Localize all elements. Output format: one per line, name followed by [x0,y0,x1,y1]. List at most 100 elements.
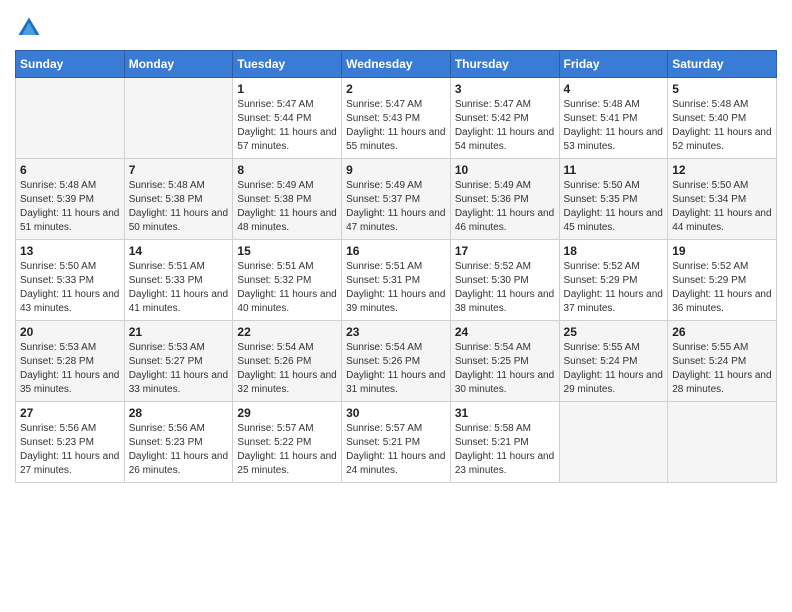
day-info: Sunrise: 5:55 AMSunset: 5:24 PMDaylight:… [672,341,772,397]
day-number: 9 [346,163,446,177]
calendar-cell: 31 Sunrise: 5:58 AMSunset: 5:21 PMDayligh… [450,402,559,483]
day-info: Sunrise: 5:56 AMSunset: 5:23 PMDaylight:… [129,422,229,478]
day-info: Sunrise: 5:54 AMSunset: 5:26 PMDaylight:… [346,341,446,397]
calendar-body: 1 Sunrise: 5:47 AMSunset: 5:44 PMDaylight… [16,78,777,483]
calendar-cell: 25 Sunrise: 5:55 AMSunset: 5:24 PMDayligh… [559,321,668,402]
calendar-header: SundayMondayTuesdayWednesdayThursdayFrid… [16,51,777,78]
day-info: Sunrise: 5:50 AMSunset: 5:33 PMDaylight:… [20,260,120,316]
day-number: 2 [346,82,446,96]
day-header-tuesday: Tuesday [233,51,342,78]
day-info: Sunrise: 5:48 AMSunset: 5:40 PMDaylight:… [672,98,772,154]
logo [15,14,47,42]
day-number: 6 [20,163,120,177]
day-number: 7 [129,163,229,177]
calendar-cell [668,402,777,483]
calendar-cell: 12 Sunrise: 5:50 AMSunset: 5:34 PMDayligh… [668,159,777,240]
day-number: 31 [455,406,555,420]
day-info: Sunrise: 5:50 AMSunset: 5:34 PMDaylight:… [672,179,772,235]
day-number: 22 [237,325,337,339]
calendar-cell: 5 Sunrise: 5:48 AMSunset: 5:40 PMDaylight… [668,78,777,159]
day-number: 13 [20,244,120,258]
day-number: 27 [20,406,120,420]
calendar-cell [16,78,125,159]
day-info: Sunrise: 5:52 AMSunset: 5:29 PMDaylight:… [672,260,772,316]
day-info: Sunrise: 5:47 AMSunset: 5:44 PMDaylight:… [237,98,337,154]
calendar-week-4: 20 Sunrise: 5:53 AMSunset: 5:28 PMDayligh… [16,321,777,402]
day-info: Sunrise: 5:49 AMSunset: 5:37 PMDaylight:… [346,179,446,235]
page-header [15,10,777,42]
day-info: Sunrise: 5:51 AMSunset: 5:33 PMDaylight:… [129,260,229,316]
day-number: 18 [564,244,664,258]
day-number: 29 [237,406,337,420]
day-number: 10 [455,163,555,177]
calendar-cell: 7 Sunrise: 5:48 AMSunset: 5:38 PMDaylight… [124,159,233,240]
calendar-cell: 2 Sunrise: 5:47 AMSunset: 5:43 PMDaylight… [342,78,451,159]
day-info: Sunrise: 5:58 AMSunset: 5:21 PMDaylight:… [455,422,555,478]
day-number: 30 [346,406,446,420]
day-number: 4 [564,82,664,96]
calendar-cell: 19 Sunrise: 5:52 AMSunset: 5:29 PMDayligh… [668,240,777,321]
calendar-cell: 22 Sunrise: 5:54 AMSunset: 5:26 PMDayligh… [233,321,342,402]
day-info: Sunrise: 5:57 AMSunset: 5:21 PMDaylight:… [346,422,446,478]
calendar-table: SundayMondayTuesdayWednesdayThursdayFrid… [15,50,777,483]
day-info: Sunrise: 5:48 AMSunset: 5:39 PMDaylight:… [20,179,120,235]
calendar-cell: 13 Sunrise: 5:50 AMSunset: 5:33 PMDayligh… [16,240,125,321]
day-info: Sunrise: 5:55 AMSunset: 5:24 PMDaylight:… [564,341,664,397]
day-number: 11 [564,163,664,177]
day-number: 24 [455,325,555,339]
calendar-cell: 17Sunrise: 5:52 AMSunset: 5:30 PMDayligh… [450,240,559,321]
day-info: Sunrise: 5:54 AMSunset: 5:25 PMDaylight:… [455,341,555,397]
day-info: Sunrise: 5:56 AMSunset: 5:23 PMDaylight:… [20,422,120,478]
logo-icon [15,14,43,42]
calendar-cell: 6 Sunrise: 5:48 AMSunset: 5:39 PMDaylight… [16,159,125,240]
calendar-cell: 18 Sunrise: 5:52 AMSunset: 5:29 PMDayligh… [559,240,668,321]
day-number: 12 [672,163,772,177]
day-number: 19 [672,244,772,258]
calendar-cell: 29Sunrise: 5:57 AMSunset: 5:22 PMDayligh… [233,402,342,483]
calendar-cell: 8 Sunrise: 5:49 AMSunset: 5:38 PMDaylight… [233,159,342,240]
day-info: Sunrise: 5:52 AMSunset: 5:29 PMDaylight:… [564,260,664,316]
day-number: 25 [564,325,664,339]
calendar-week-3: 13 Sunrise: 5:50 AMSunset: 5:33 PMDayligh… [16,240,777,321]
calendar-cell: 30 Sunrise: 5:57 AMSunset: 5:21 PMDayligh… [342,402,451,483]
calendar-cell [124,78,233,159]
day-number: 21 [129,325,229,339]
day-info: Sunrise: 5:47 AMSunset: 5:42 PMDaylight:… [455,98,555,154]
day-info: Sunrise: 5:51 AMSunset: 5:31 PMDaylight:… [346,260,446,316]
days-of-week-row: SundayMondayTuesdayWednesdayThursdayFrid… [16,51,777,78]
day-number: 3 [455,82,555,96]
day-info: Sunrise: 5:49 AMSunset: 5:38 PMDaylight:… [237,179,337,235]
day-info: Sunrise: 5:48 AMSunset: 5:41 PMDaylight:… [564,98,664,154]
day-info: Sunrise: 5:50 AMSunset: 5:35 PMDaylight:… [564,179,664,235]
day-header-thursday: Thursday [450,51,559,78]
day-number: 1 [237,82,337,96]
calendar-cell: 16Sunrise: 5:51 AMSunset: 5:31 PMDayligh… [342,240,451,321]
day-info: Sunrise: 5:53 AMSunset: 5:28 PMDaylight:… [20,341,120,397]
day-header-saturday: Saturday [668,51,777,78]
day-number: 15 [237,244,337,258]
day-header-friday: Friday [559,51,668,78]
calendar-cell: 23Sunrise: 5:54 AMSunset: 5:26 PMDayligh… [342,321,451,402]
day-number: 26 [672,325,772,339]
day-number: 28 [129,406,229,420]
day-number: 20 [20,325,120,339]
day-info: Sunrise: 5:47 AMSunset: 5:43 PMDaylight:… [346,98,446,154]
day-number: 5 [672,82,772,96]
calendar-cell [559,402,668,483]
day-header-monday: Monday [124,51,233,78]
calendar-week-2: 6 Sunrise: 5:48 AMSunset: 5:39 PMDaylight… [16,159,777,240]
day-info: Sunrise: 5:49 AMSunset: 5:36 PMDaylight:… [455,179,555,235]
day-info: Sunrise: 5:51 AMSunset: 5:32 PMDaylight:… [237,260,337,316]
day-number: 14 [129,244,229,258]
day-number: 8 [237,163,337,177]
calendar-cell: 27 Sunrise: 5:56 AMSunset: 5:23 PMDayligh… [16,402,125,483]
calendar-cell: 10 Sunrise: 5:49 AMSunset: 5:36 PMDayligh… [450,159,559,240]
day-info: Sunrise: 5:52 AMSunset: 5:30 PMDaylight:… [455,260,555,316]
calendar-cell: 1 Sunrise: 5:47 AMSunset: 5:44 PMDaylight… [233,78,342,159]
calendar-cell: 9 Sunrise: 5:49 AMSunset: 5:37 PMDaylight… [342,159,451,240]
day-header-sunday: Sunday [16,51,125,78]
day-info: Sunrise: 5:48 AMSunset: 5:38 PMDaylight:… [129,179,229,235]
day-header-wednesday: Wednesday [342,51,451,78]
day-info: Sunrise: 5:54 AMSunset: 5:26 PMDaylight:… [237,341,337,397]
calendar-week-1: 1 Sunrise: 5:47 AMSunset: 5:44 PMDaylight… [16,78,777,159]
